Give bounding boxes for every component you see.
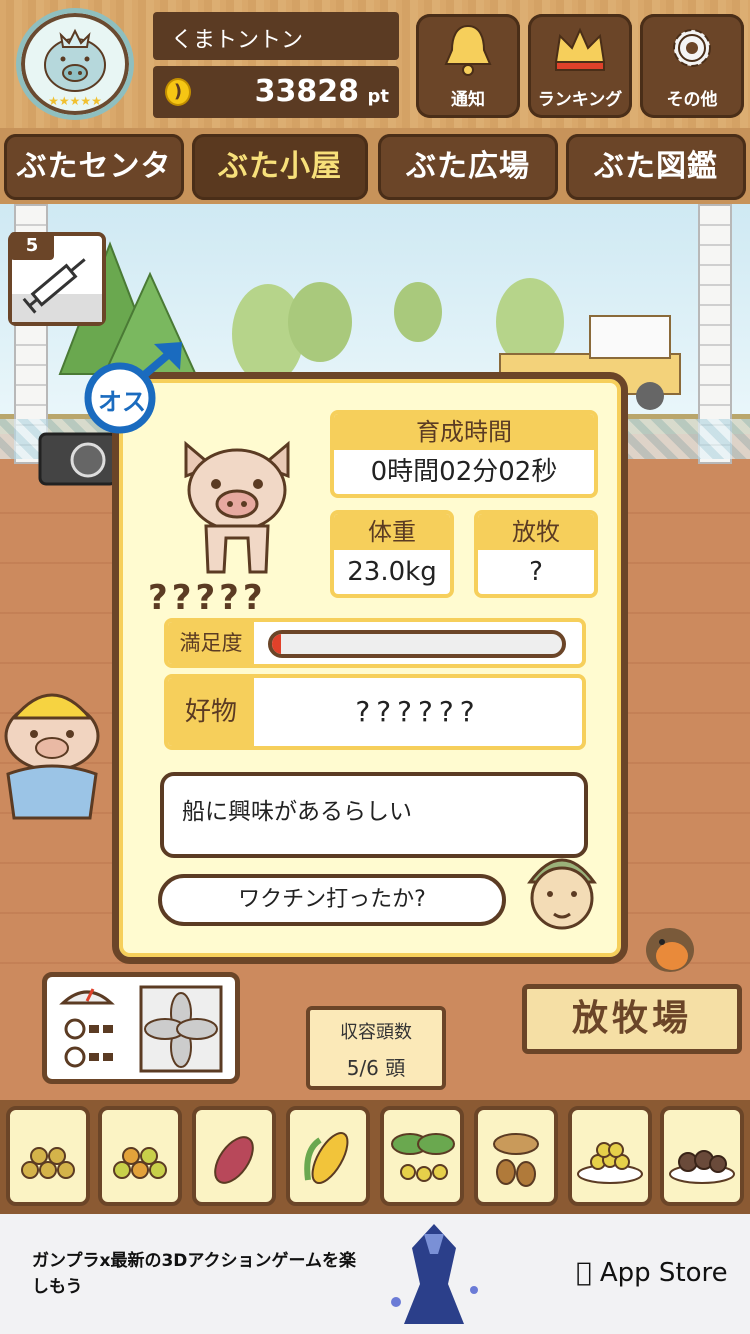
favorite-label: 好物	[168, 678, 254, 746]
settings-button[interactable]: その他	[640, 14, 744, 118]
food-bar	[0, 1100, 750, 1214]
robin-bird	[646, 928, 694, 972]
satisfaction-meter-fill	[272, 634, 281, 654]
ad-banner[interactable]: ガンプラx最新の3Dアクションゲームを楽しもう  App Store	[0, 1214, 750, 1334]
leaf-berry-icon	[391, 1133, 455, 1182]
weight-label: 体重	[334, 514, 450, 550]
player-badge[interactable]: ★★★★★	[16, 8, 134, 120]
food-slot-leaf-berry[interactable]	[380, 1106, 464, 1206]
growth-time-value: 0時間02分02秒	[370, 457, 558, 487]
grazing-value: ?	[529, 557, 543, 587]
points-unit: pt	[367, 86, 390, 107]
player-name: くまトントン	[153, 12, 399, 60]
satisfaction-row: 満足度	[164, 618, 586, 668]
coin-icon: )	[165, 78, 191, 106]
farmer-face-icon[interactable]	[520, 846, 604, 932]
vaccine-button[interactable]: 5	[8, 232, 106, 326]
capacity-sign: 収容頭数 5/6 頭	[306, 1006, 446, 1090]
food-slot-grain[interactable]	[6, 1106, 90, 1206]
top-header: ★★★★★ くまトントン ) 33828 pt 通知 ランキング その他	[0, 0, 750, 128]
satisfaction-meter	[268, 630, 566, 658]
farmer-pig-character[interactable]	[0, 678, 110, 828]
growth-time-box: 育成時間 0時間02分02秒	[330, 410, 598, 498]
corn-icon	[304, 1132, 349, 1184]
pig-name: ?????	[148, 578, 267, 618]
ranking-label: ランキング	[537, 90, 623, 110]
tab-buta-encyclopedia[interactable]: ぶた図鑑	[566, 134, 746, 200]
food-slot-bean-plate[interactable]	[568, 1106, 652, 1206]
truffle-plate-icon	[669, 1150, 735, 1184]
capacity-value: 5/6 頭	[346, 1056, 406, 1080]
robot-ad-image	[391, 1224, 478, 1324]
svg-text:★★★★★: ★★★★★	[48, 94, 102, 108]
bean-plate-icon	[577, 1142, 643, 1184]
grazing-box: 放牧 ?	[474, 510, 598, 598]
gender-label: オス	[98, 388, 146, 416]
hut-equipment-panel[interactable]	[42, 972, 240, 1084]
gear-icon	[673, 29, 711, 67]
food-slot-corn[interactable]	[286, 1106, 370, 1206]
tab-buta-hut[interactable]: ぶた小屋	[192, 134, 368, 200]
tab-buta-plaza[interactable]: ぶた広場	[378, 134, 558, 200]
sweet-potato-icon	[214, 1136, 254, 1184]
food-slot-truffle-plate[interactable]	[660, 1106, 744, 1206]
ranking-button[interactable]: ランキング	[528, 14, 632, 118]
notification-label: 通知	[451, 90, 485, 110]
notification-button[interactable]: 通知	[416, 14, 520, 118]
syringe-icon	[12, 258, 102, 322]
ad-text: ガンプラx最新の3Dアクションゲームを楽しもう	[32, 1251, 357, 1297]
grain-icon	[21, 1147, 75, 1179]
food-slot-acorn[interactable]	[474, 1106, 558, 1206]
main-tabs: ぶたセンター ぶた小屋 ぶた広場 ぶた図鑑	[0, 128, 750, 250]
capacity-label: 収容頭数	[340, 1022, 412, 1043]
food-slot-mixed-grain[interactable]	[98, 1106, 182, 1206]
bell-icon	[444, 24, 492, 76]
points-value: 33828	[254, 74, 359, 109]
fan-and-scale-icon	[59, 985, 223, 1073]
apple-icon: 	[576, 1258, 592, 1288]
points-display: ) 33828 pt	[153, 66, 399, 118]
growth-time-label: 育成時間	[334, 414, 594, 450]
tab-buta-center[interactable]: ぶたセンター	[4, 134, 184, 250]
pig-portrait[interactable]	[172, 426, 302, 586]
food-slot-sweet-potato[interactable]	[192, 1106, 276, 1206]
favorite-value: ??????	[355, 695, 481, 728]
grazing-label: 放牧	[478, 514, 594, 550]
pasture-button[interactable]: 放牧場	[522, 984, 742, 1054]
speech-bubble-question[interactable]: ワクチン打ったか?	[158, 874, 506, 926]
weight-value: 23.0kg	[347, 557, 437, 587]
satisfaction-label: 満足度	[168, 622, 254, 664]
settings-label: その他	[666, 90, 718, 110]
mixed-grain-icon	[113, 1147, 167, 1179]
weight-box: 体重 23.0kg	[330, 510, 454, 598]
acorn-icon	[493, 1133, 539, 1187]
pig-face-icon: ★★★★★	[44, 28, 106, 108]
app-store-label: App Store	[576, 1258, 728, 1288]
crown-icon	[554, 27, 606, 71]
favorite-row: 好物 ??????	[164, 674, 586, 750]
app-store-link[interactable]:  App Store	[576, 1258, 728, 1288]
